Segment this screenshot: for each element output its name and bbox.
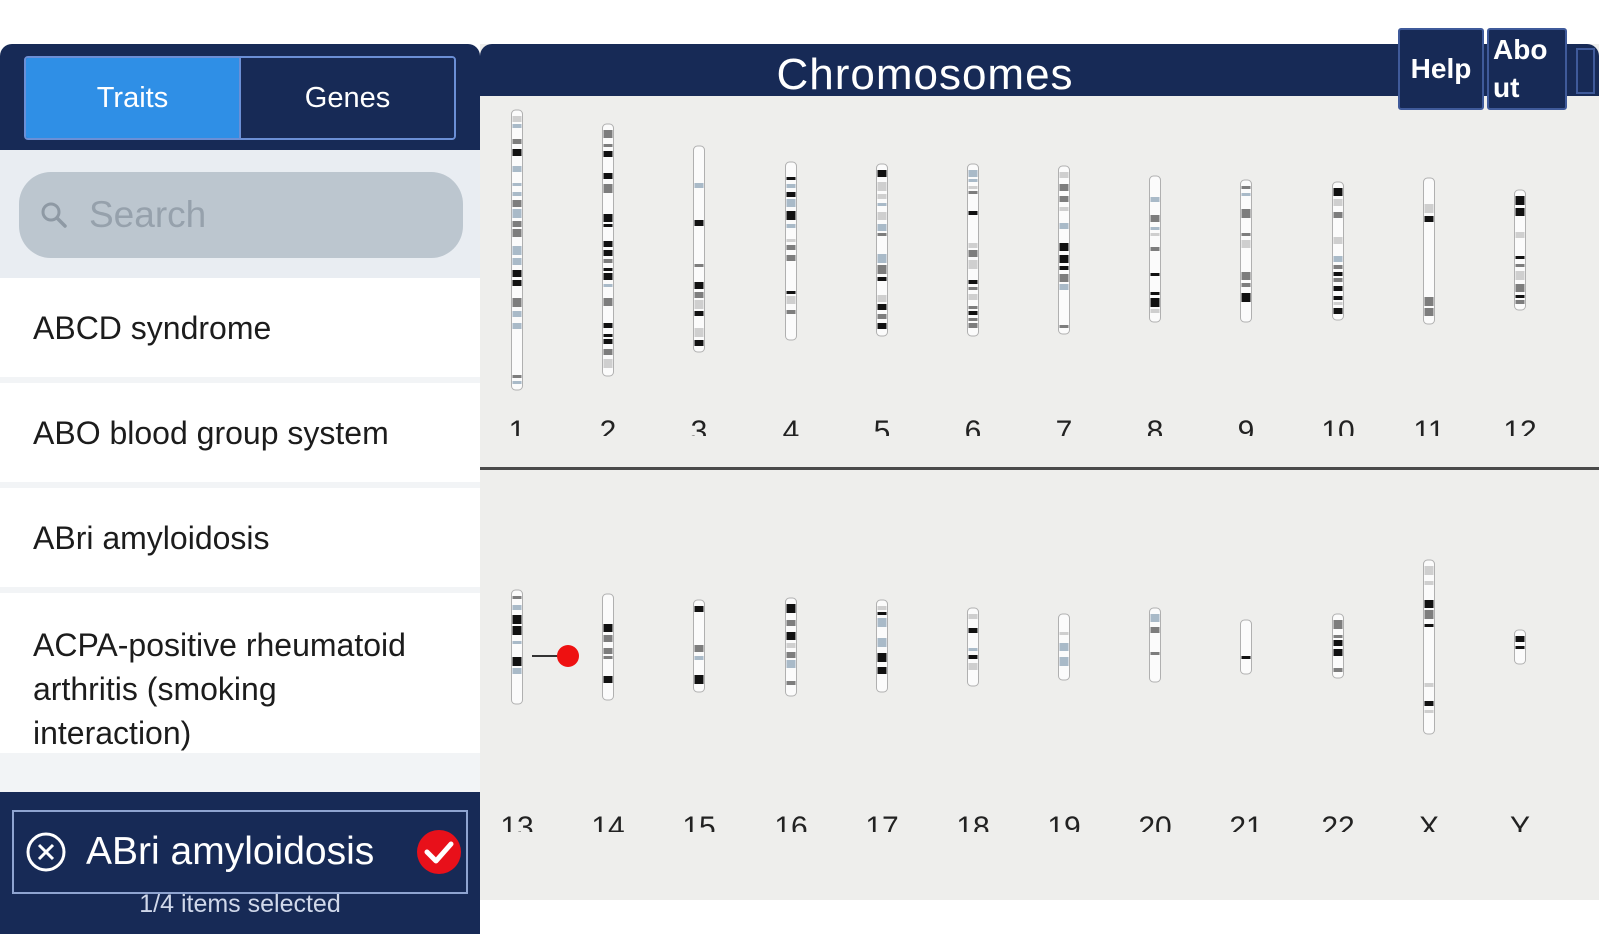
chromosome-number-label: 4 [782, 415, 800, 436]
overflow-tab[interactable] [1576, 48, 1595, 94]
selection-bar: ABri amyloidosis 1/4 items selected [0, 792, 480, 934]
trait-label: ABCD syndrome [33, 309, 272, 346]
search-input[interactable] [87, 193, 421, 237]
row-divider [480, 467, 1599, 470]
search-box[interactable] [19, 172, 463, 258]
chromosome-panel: Chromosomes Help About 1 2 3 4 5 6 7 8 9 10 11 12 13… [480, 28, 1599, 900]
chromosome-number-label: 19 [1047, 811, 1081, 832]
chromosome-number-label: 9 [1237, 415, 1255, 436]
chromosome-ideogram[interactable] [511, 109, 523, 391]
checkmark-icon [417, 830, 461, 874]
chromosome-number-label: 7 [1055, 415, 1073, 436]
chromosome-number-label: X [1418, 811, 1439, 832]
trait-label: ACPA-positive rheumatoid arthritis (smok… [33, 627, 406, 751]
chromosome-ideogram[interactable] [1332, 613, 1344, 679]
trait-list-item[interactable]: ABO blood group system [0, 383, 480, 482]
chromosome-ideogram[interactable] [876, 599, 888, 693]
segmented-control: Traits Genes [24, 56, 456, 140]
chromosome-ideogram[interactable] [1514, 629, 1526, 665]
chromosome-number-label: 13 [500, 811, 534, 832]
chromosome-ideogram[interactable] [785, 161, 797, 341]
chromosome-number-label: 20 [1138, 811, 1172, 832]
chromosome-ideogram[interactable] [693, 145, 705, 353]
trait-label: ABri amyloidosis [33, 519, 270, 556]
chromosome-number-label: 21 [1229, 811, 1263, 832]
chromosome-number-label: 1 [508, 415, 526, 436]
chromosome-ideogram[interactable] [1149, 607, 1161, 683]
chromosome-number-label: 3 [690, 415, 708, 436]
selection-count: 1/4 items selected [139, 890, 341, 918]
tab-genes[interactable]: Genes [239, 58, 454, 138]
trait-list: ABCD syndrome ABO blood group system ABr… [0, 278, 480, 792]
chromosome-number-label: 12 [1503, 415, 1537, 436]
chromosome-number-label: 15 [682, 811, 716, 832]
tab-traits[interactable]: Traits [26, 58, 239, 138]
chromosome-ideogram[interactable] [876, 163, 888, 337]
chromosome-ideogram[interactable] [785, 597, 797, 697]
trait-marker[interactable] [532, 645, 579, 667]
search-icon [41, 202, 67, 228]
trait-list-item[interactable]: ACPA-positive rheumatoid arthritis (smok… [0, 593, 480, 753]
chromosome-number-label: 22 [1321, 811, 1355, 832]
help-button[interactable]: Help [1398, 28, 1484, 110]
chromosome-number-label: 14 [591, 811, 625, 832]
chromosome-ideogram[interactable] [1423, 177, 1435, 325]
chromosome-number-label: 17 [865, 811, 899, 832]
chromosome-number-label: 5 [873, 415, 891, 436]
chromosome-ideogram-canvas [511, 109, 1526, 735]
tab-bar: Traits Genes [0, 44, 480, 150]
chromosome-ideogram[interactable] [602, 593, 614, 701]
chromosome-number-label: 10 [1321, 415, 1355, 436]
about-button[interactable]: About [1487, 28, 1567, 110]
chromosome-number-label: 18 [956, 811, 990, 832]
chromosome-ideogram[interactable] [1058, 165, 1070, 335]
chromosome-number-label: 2 [599, 415, 617, 436]
about-label: About [1493, 34, 1548, 103]
chromosome-number-label: 8 [1146, 415, 1164, 436]
chromosome-ideogram[interactable] [1240, 179, 1252, 323]
chromosome-number-label: 6 [964, 415, 982, 436]
trait-list-item[interactable]: ABri amyloidosis [0, 488, 480, 587]
page-title: Chromosomes [776, 50, 1074, 99]
close-circle-icon[interactable] [24, 830, 68, 874]
chromosome-ideogram[interactable] [1423, 559, 1435, 735]
trait-label: ABO blood group system [33, 414, 389, 451]
chromosome-ideogram[interactable] [1149, 175, 1161, 323]
chromosome-number-label: Y [1509, 811, 1530, 832]
trait-sidebar: Traits Genes ABCD syndrome ABO blood gro… [0, 44, 480, 934]
selected-trait-chip[interactable]: ABri amyloidosis [12, 810, 468, 894]
selected-trait-label: ABri amyloidosis [86, 830, 375, 873]
chromosome-ideogram[interactable] [1240, 619, 1252, 675]
chromosome-ideogram[interactable] [1332, 181, 1344, 321]
trait-list-item[interactable]: ABCD syndrome [0, 278, 480, 377]
chromosome-ideogram[interactable] [693, 599, 705, 693]
chromosome-number-label: 16 [774, 811, 808, 832]
chromosome-number-label: 11 [1413, 415, 1445, 436]
chromosome-ideogram[interactable] [1058, 613, 1070, 681]
search-area [0, 150, 480, 278]
chromosome-ideogram[interactable] [511, 589, 523, 705]
chromosome-ideogram[interactable] [967, 163, 979, 337]
chromosome-ideogram[interactable] [602, 123, 614, 377]
chromosome-ideogram[interactable] [1514, 189, 1526, 311]
chromosome-ideogram[interactable] [967, 607, 979, 687]
